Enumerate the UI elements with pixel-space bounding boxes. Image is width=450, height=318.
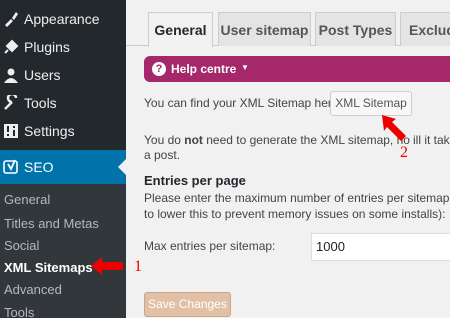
entries-desc-line1: Please enter the maximum number of entri… [144,191,450,205]
not-generate-bold: not [184,133,203,147]
settings-icon [4,124,18,138]
post-text: a post. [144,148,181,162]
tab-general[interactable]: General [148,12,213,47]
menu-label-plugins: Plugins [24,39,70,55]
plugin-icon [4,39,19,54]
menu-label-users: Users [24,67,61,83]
not-generate-pre: You do [144,133,185,147]
submenu-item-xml-sitemaps[interactable]: XML Sitemaps [4,260,93,275]
menu-label-appearance: Appearance [24,11,100,27]
menu-label-settings: Settings [24,123,75,139]
tab-exclude[interactable]: Exclude [400,12,450,46]
menu-label-tools: Tools [24,95,57,111]
users-icon [4,68,18,83]
menu-item-settings[interactable]: Settings [0,114,126,148]
submenu-item-general[interactable]: General [4,192,50,207]
not-generate-post: need to generate the XML sitemap, no [202,133,410,147]
entries-desc-line2: to lower this to prevent memory issues o… [144,207,446,221]
paintbrush-icon [5,12,18,27]
help-centre-label: Help centre [171,62,237,76]
submenu-item-advanced[interactable]: Advanced [4,282,62,297]
sitemap-location-text: You can find your XML Sitemap here: [144,96,342,110]
help-centre-bar[interactable]: ? Help centre ▼ [144,56,450,82]
not-generate-tail: ill it take [413,133,450,147]
save-changes-button[interactable]: Save Changes [144,292,231,317]
annotation-number-2: 2 [400,144,408,161]
annotation-arrow-2 [382,115,406,141]
caret-down-icon: ▼ [241,63,249,72]
settings-tabs: General User sitemap Post Types Exclude [126,0,450,47]
not-generate-text: You do not need to generate the XML site… [144,133,410,147]
annotation-number-1: 1 [134,258,142,275]
menu-item-seo[interactable]: SEO [0,150,126,184]
menu-label-seo: SEO [24,159,54,175]
submenu-item-social[interactable]: Social [4,238,39,253]
submenu-item-tools[interactable]: Tools [4,305,34,318]
seo-submenu: General Titles and Metas Social XML Site… [0,184,126,318]
submenu-item-titles-and-metas[interactable]: Titles and Metas [4,216,99,231]
yoast-icon [3,159,18,174]
current-menu-arrow [118,159,126,175]
max-entries-label: Max entries per sitemap: [144,239,276,253]
tab-post-types[interactable]: Post Types [315,12,396,46]
annotation-arrow-1 [91,257,123,275]
entries-per-page-heading: Entries per page [144,173,246,188]
max-entries-input[interactable]: 1000 [311,233,450,261]
wrench-icon [4,95,18,110]
tab-user-sitemap[interactable]: User sitemap [218,12,311,46]
question-icon: ? [152,62,166,76]
